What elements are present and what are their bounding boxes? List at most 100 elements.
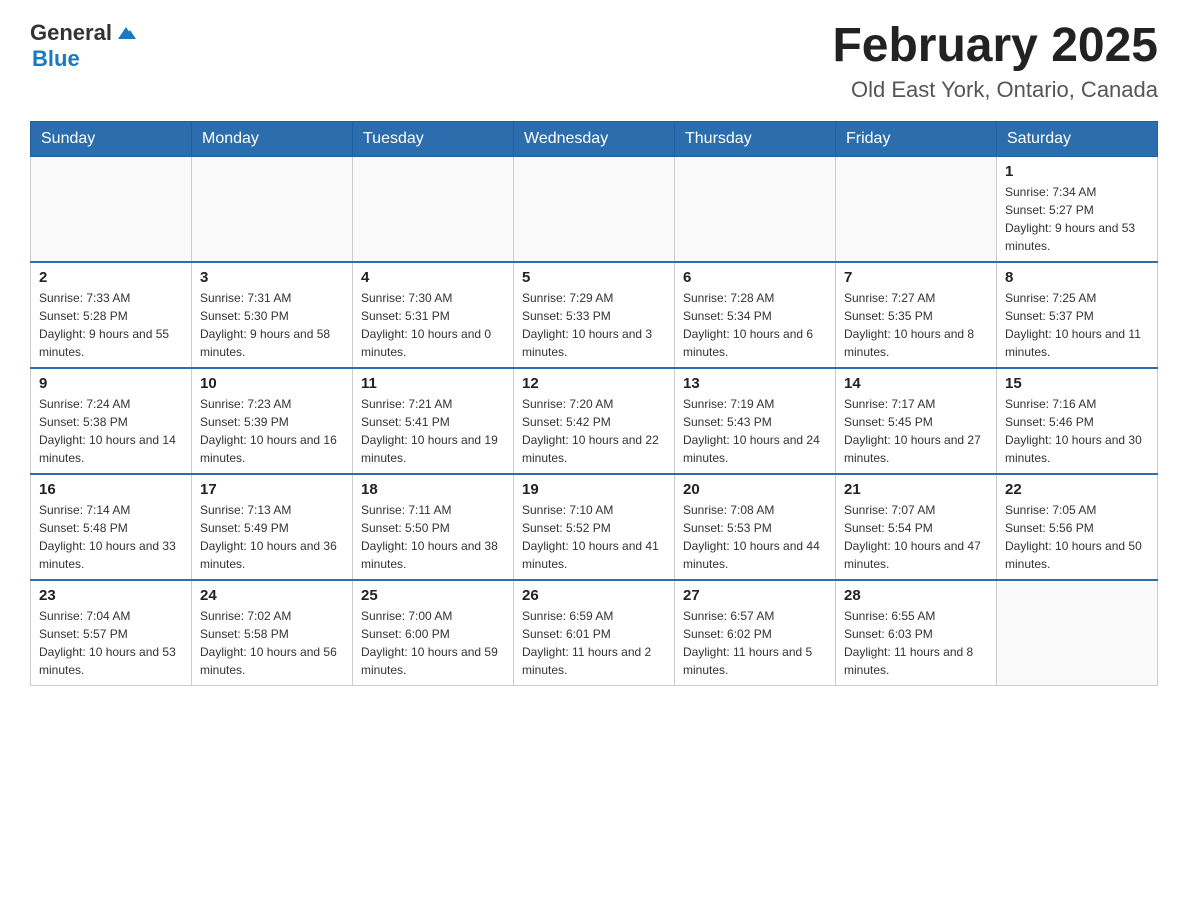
day-info: Sunrise: 6:55 AM Sunset: 6:03 PM Dayligh… [844,607,988,679]
day-number: 20 [683,481,827,498]
day-number: 1 [1005,163,1149,180]
weekday-header-wednesday: Wednesday [514,121,675,156]
day-info: Sunrise: 7:27 AM Sunset: 5:35 PM Dayligh… [844,289,988,361]
logo-blue-text: Blue [32,46,80,72]
day-info: Sunrise: 6:57 AM Sunset: 6:02 PM Dayligh… [683,607,827,679]
day-info: Sunrise: 7:29 AM Sunset: 5:33 PM Dayligh… [522,289,666,361]
day-number: 22 [1005,481,1149,498]
day-info: Sunrise: 7:21 AM Sunset: 5:41 PM Dayligh… [361,395,505,467]
calendar-cell: 9 Sunrise: 7:24 AM Sunset: 5:38 PM Daylig… [31,368,192,474]
day-number: 13 [683,375,827,392]
calendar-week-row: 23 Sunrise: 7:04 AM Sunset: 5:57 PM Dayli… [31,580,1158,686]
calendar-cell [997,580,1158,686]
day-info: Sunrise: 7:10 AM Sunset: 5:52 PM Dayligh… [522,501,666,573]
calendar-week-row: 16 Sunrise: 7:14 AM Sunset: 5:48 PM Dayli… [31,474,1158,580]
location-subtitle: Old East York, Ontario, Canada [832,77,1158,103]
calendar-cell: 5 Sunrise: 7:29 AM Sunset: 5:33 PM Daylig… [514,262,675,368]
calendar-cell: 10 Sunrise: 7:23 AM Sunset: 5:39 PM Dayli… [192,368,353,474]
day-info: Sunrise: 7:31 AM Sunset: 5:30 PM Dayligh… [200,289,344,361]
calendar-cell: 2Sunrise: 7:33 AM Sunset: 5:28 PM Daylig… [31,262,192,368]
weekday-header-thursday: Thursday [675,121,836,156]
calendar-cell: 23 Sunrise: 7:04 AM Sunset: 5:57 PM Dayli… [31,580,192,686]
calendar-cell: 6Sunrise: 7:28 AM Sunset: 5:34 PM Daylig… [675,262,836,368]
day-info: Sunrise: 7:20 AM Sunset: 5:42 PM Dayligh… [522,395,666,467]
calendar-cell: 3 Sunrise: 7:31 AM Sunset: 5:30 PM Daylig… [192,262,353,368]
day-number: 10 [200,375,344,392]
calendar-cell: 25 Sunrise: 7:00 AM Sunset: 6:00 PM Dayli… [353,580,514,686]
day-info: Sunrise: 7:05 AM Sunset: 5:56 PM Dayligh… [1005,501,1149,573]
calendar-cell: 4 Sunrise: 7:30 AM Sunset: 5:31 PM Daylig… [353,262,514,368]
day-number: 8 [1005,269,1149,286]
day-info: Sunrise: 7:00 AM Sunset: 6:00 PM Dayligh… [361,607,505,679]
day-info: Sunrise: 7:04 AM Sunset: 5:57 PM Dayligh… [39,607,183,679]
day-number: 21 [844,481,988,498]
calendar-cell [31,156,192,262]
month-title: February 2025 [832,20,1158,73]
calendar-cell: 19 Sunrise: 7:10 AM Sunset: 5:52 PM Dayli… [514,474,675,580]
calendar-cell: 21Sunrise: 7:07 AM Sunset: 5:54 PM Dayli… [836,474,997,580]
day-number: 18 [361,481,505,498]
day-info: Sunrise: 7:30 AM Sunset: 5:31 PM Dayligh… [361,289,505,361]
calendar-cell: 16 Sunrise: 7:14 AM Sunset: 5:48 PM Dayli… [31,474,192,580]
day-number: 27 [683,587,827,604]
calendar-cell: 22 Sunrise: 7:05 AM Sunset: 5:56 PM Dayli… [997,474,1158,580]
calendar-cell: 1Sunrise: 7:34 AM Sunset: 5:27 PM Daylig… [997,156,1158,262]
day-number: 7 [844,269,988,286]
calendar-cell: 7 Sunrise: 7:27 AM Sunset: 5:35 PM Daylig… [836,262,997,368]
calendar-cell: 20Sunrise: 7:08 AM Sunset: 5:53 PM Dayli… [675,474,836,580]
calendar-cell [675,156,836,262]
weekday-header-saturday: Saturday [997,121,1158,156]
calendar-week-row: 9 Sunrise: 7:24 AM Sunset: 5:38 PM Daylig… [31,368,1158,474]
calendar-cell: 18 Sunrise: 7:11 AM Sunset: 5:50 PM Dayli… [353,474,514,580]
day-number: 23 [39,587,183,604]
weekday-header-friday: Friday [836,121,997,156]
day-number: 3 [200,269,344,286]
calendar-cell: 24Sunrise: 7:02 AM Sunset: 5:58 PM Dayli… [192,580,353,686]
calendar-cell [353,156,514,262]
logo: General Blue [30,20,138,72]
day-number: 5 [522,269,666,286]
weekday-header-monday: Monday [192,121,353,156]
calendar-cell [192,156,353,262]
day-number: 25 [361,587,505,604]
title-section: February 2025 Old East York, Ontario, Ca… [832,20,1158,103]
calendar-cell: 11 Sunrise: 7:21 AM Sunset: 5:41 PM Dayli… [353,368,514,474]
calendar-cell: 13Sunrise: 7:19 AM Sunset: 5:43 PM Dayli… [675,368,836,474]
calendar-cell: 26 Sunrise: 6:59 AM Sunset: 6:01 PM Dayli… [514,580,675,686]
day-number: 14 [844,375,988,392]
day-info: Sunrise: 7:23 AM Sunset: 5:39 PM Dayligh… [200,395,344,467]
calendar-cell [836,156,997,262]
calendar-cell: 27 Sunrise: 6:57 AM Sunset: 6:02 PM Dayli… [675,580,836,686]
day-info: Sunrise: 7:11 AM Sunset: 5:50 PM Dayligh… [361,501,505,573]
day-info: Sunrise: 7:33 AM Sunset: 5:28 PM Dayligh… [39,289,183,361]
calendar-cell: 12 Sunrise: 7:20 AM Sunset: 5:42 PM Dayli… [514,368,675,474]
day-info: Sunrise: 7:17 AM Sunset: 5:45 PM Dayligh… [844,395,988,467]
day-number: 11 [361,375,505,392]
page-header: General Blue February 2025 Old East York… [30,20,1158,103]
day-number: 19 [522,481,666,498]
weekday-header-sunday: Sunday [31,121,192,156]
day-number: 26 [522,587,666,604]
weekday-header-row: SundayMondayTuesdayWednesdayThursdayFrid… [31,121,1158,156]
weekday-header-tuesday: Tuesday [353,121,514,156]
day-number: 24 [200,587,344,604]
day-number: 9 [39,375,183,392]
day-number: 4 [361,269,505,286]
calendar-cell: 28Sunrise: 6:55 AM Sunset: 6:03 PM Dayli… [836,580,997,686]
calendar-cell: 17Sunrise: 7:13 AM Sunset: 5:49 PM Dayli… [192,474,353,580]
day-number: 15 [1005,375,1149,392]
calendar-cell: 15 Sunrise: 7:16 AM Sunset: 5:46 PM Dayli… [997,368,1158,474]
calendar-week-row: 2Sunrise: 7:33 AM Sunset: 5:28 PM Daylig… [31,262,1158,368]
day-info: Sunrise: 6:59 AM Sunset: 6:01 PM Dayligh… [522,607,666,679]
day-info: Sunrise: 7:14 AM Sunset: 5:48 PM Dayligh… [39,501,183,573]
day-number: 12 [522,375,666,392]
logo-general-text: General [30,20,112,46]
day-info: Sunrise: 7:28 AM Sunset: 5:34 PM Dayligh… [683,289,827,361]
calendar-cell: 14 Sunrise: 7:17 AM Sunset: 5:45 PM Dayli… [836,368,997,474]
day-number: 16 [39,481,183,498]
day-number: 17 [200,481,344,498]
day-info: Sunrise: 7:16 AM Sunset: 5:46 PM Dayligh… [1005,395,1149,467]
calendar-cell: 8Sunrise: 7:25 AM Sunset: 5:37 PM Daylig… [997,262,1158,368]
calendar-cell [514,156,675,262]
day-info: Sunrise: 7:24 AM Sunset: 5:38 PM Dayligh… [39,395,183,467]
